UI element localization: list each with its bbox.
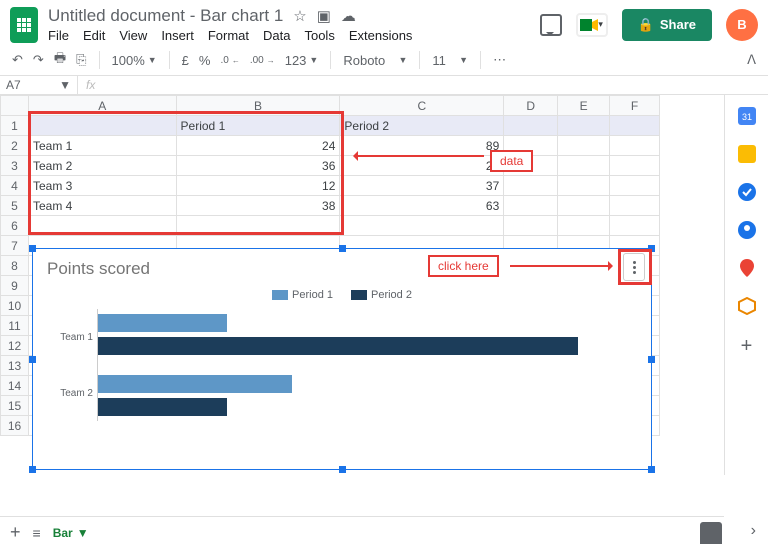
menu-view[interactable]: View [119, 28, 147, 43]
annotation-click-label: click here [428, 255, 499, 277]
star-icon[interactable]: ☆ [293, 7, 306, 25]
chart-plot-area [97, 309, 637, 421]
print-icon[interactable]: 🖶 [54, 49, 66, 71]
col-header[interactable]: B [176, 96, 340, 116]
hide-sidepanel-icon[interactable]: › [751, 522, 756, 540]
chart-axis-label: Team 2 [47, 365, 97, 421]
redo-icon[interactable]: ↷ [33, 52, 44, 68]
comments-icon[interactable] [540, 14, 562, 36]
formula-bar-label: fx [78, 76, 103, 94]
doc-title[interactable]: Untitled document - Bar chart 1 [48, 6, 283, 26]
menu-edit[interactable]: Edit [83, 28, 105, 43]
col-header[interactable]: D [504, 96, 558, 116]
meet-icon[interactable]: ▾ [576, 13, 608, 37]
spreadsheet-grid[interactable]: A B C D E F 1Period 1Period 2 2Team 1248… [0, 95, 724, 475]
menu-format[interactable]: Format [208, 28, 249, 43]
toolbar: ↶ ↷ 🖶 ⎘ 100%▼ £ % .0← .00→ 123▼ Roboto ▼… [0, 45, 768, 76]
menu-extensions[interactable]: Extensions [349, 28, 413, 43]
keep-icon[interactable] [738, 145, 756, 163]
tasks-icon[interactable] [738, 183, 756, 201]
chart-object[interactable]: Points scored Period 1 Period 2 Team 1 T… [32, 248, 652, 470]
sheet-tab-bar: + ≡ Bar▼ [0, 516, 724, 548]
paint-format-icon[interactable]: ⎘ [76, 52, 86, 68]
menu-data[interactable]: Data [263, 28, 290, 43]
chart-legend: Period 1 Period 2 [47, 289, 637, 301]
font-select[interactable]: Roboto ▼ [343, 53, 407, 68]
explore-icon[interactable] [700, 522, 722, 544]
add-panel-icon[interactable]: + [741, 335, 753, 358]
chart-menu-button[interactable] [623, 253, 645, 281]
sheet-tab[interactable]: Bar▼ [53, 526, 89, 540]
number-format-select[interactable]: 123▼ [285, 53, 319, 68]
avatar[interactable]: B [726, 9, 758, 41]
addon-icon[interactable] [738, 297, 756, 315]
increase-decimal-button[interactable]: .00→ [250, 55, 275, 66]
share-label: Share [660, 17, 696, 32]
svg-text:31: 31 [741, 112, 751, 122]
all-sheets-icon[interactable]: ≡ [33, 525, 41, 541]
maps-icon[interactable] [738, 259, 756, 277]
menu-file[interactable]: File [48, 28, 69, 43]
chart-axis-label: Team 1 [47, 309, 97, 365]
contacts-icon[interactable] [738, 221, 756, 239]
font-size-select[interactable]: 11 ▼ [432, 53, 468, 68]
side-panel: 31 + [724, 95, 768, 475]
more-toolbar-icon[interactable]: ⋯ [493, 52, 506, 68]
percent-button[interactable]: % [199, 53, 211, 68]
col-header[interactable]: C [340, 96, 504, 116]
annotation-arrow [510, 265, 610, 267]
chart-title: Points scored [47, 259, 637, 279]
share-button[interactable]: 🔒 Share [622, 9, 712, 41]
col-header[interactable]: F [610, 96, 660, 116]
calendar-icon[interactable]: 31 [738, 107, 756, 125]
collapse-toolbar-icon[interactable]: ᐱ [747, 52, 756, 68]
sheets-logo-icon[interactable] [10, 7, 38, 43]
decrease-decimal-button[interactable]: .0← [220, 55, 239, 66]
app-header: Untitled document - Bar chart 1 ☆ ▣ ☁ Fi… [0, 0, 768, 45]
col-header[interactable]: A [29, 96, 177, 116]
col-header[interactable]: E [558, 96, 610, 116]
menu-bar: File Edit View Insert Format Data Tools … [48, 28, 530, 43]
lock-icon: 🔒 [638, 17, 654, 33]
currency-button[interactable]: £ [182, 53, 189, 68]
annotation-data-label: data [490, 150, 533, 172]
menu-tools[interactable]: Tools [304, 28, 334, 43]
add-sheet-icon[interactable]: + [10, 522, 21, 543]
annotation-arrow [356, 155, 484, 157]
cloud-icon[interactable]: ☁ [341, 7, 356, 25]
undo-icon[interactable]: ↶ [12, 52, 23, 68]
menu-insert[interactable]: Insert [161, 28, 194, 43]
zoom-select[interactable]: 100%▼ [112, 53, 157, 68]
move-icon[interactable]: ▣ [317, 7, 331, 25]
name-box[interactable]: A7▼ [0, 76, 78, 94]
